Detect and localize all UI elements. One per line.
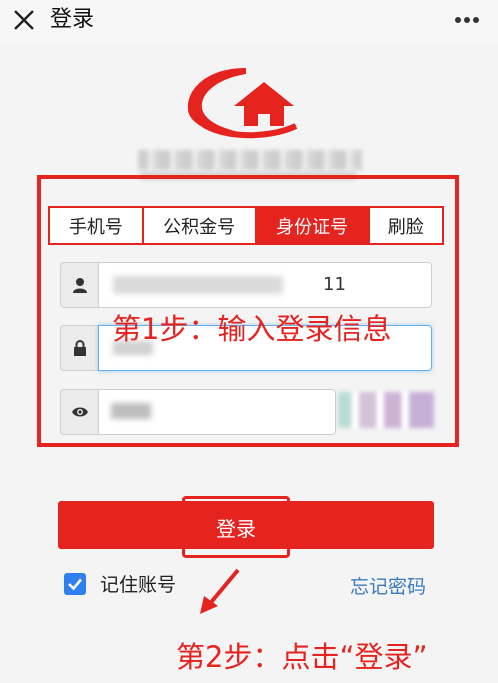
redacted-text — [111, 403, 151, 419]
redacted-text — [113, 276, 283, 294]
tab-fund-account[interactable]: 公积金号 — [144, 208, 257, 243]
tab-face[interactable]: 刷脸 — [370, 208, 442, 243]
check-icon — [68, 578, 82, 590]
lock-icon — [60, 325, 98, 371]
remember-account[interactable]: 记住账号 — [64, 570, 176, 597]
annotation-step1: 第1步：输入登录信息 — [112, 312, 392, 346]
user-icon — [60, 262, 98, 308]
id-number-input[interactable]: 11 — [98, 262, 432, 308]
captcha-image[interactable] — [338, 392, 434, 428]
forgot-password-link[interactable]: 忘记密码 — [350, 572, 426, 599]
login-button-label[interactable]: 登录 — [182, 496, 290, 558]
remember-label: 记住账号 — [100, 574, 177, 596]
login-method-tabs: 手机号 公积金号 身份证号 刷脸 — [48, 206, 444, 245]
eye-icon — [60, 389, 98, 435]
id-number-field: 11 — [60, 262, 432, 308]
remember-checkbox[interactable] — [64, 572, 86, 595]
tab-phone[interactable]: 手机号 — [50, 208, 144, 243]
arrow-icon — [200, 568, 240, 614]
top-bar: 登录 — [0, 0, 498, 44]
more-icon[interactable] — [454, 16, 480, 24]
logo — [187, 68, 298, 139]
id-number-suffix: 11 — [323, 274, 346, 295]
captcha-field — [60, 389, 336, 435]
tab-id-number[interactable]: 身份证号 — [256, 208, 370, 243]
logo-name — [138, 150, 362, 170]
annotation-step2: 第2步：点击“登录” — [176, 640, 428, 674]
captcha-input[interactable] — [98, 389, 336, 435]
close-icon[interactable] — [10, 6, 38, 34]
page-title: 登录 — [50, 7, 95, 32]
